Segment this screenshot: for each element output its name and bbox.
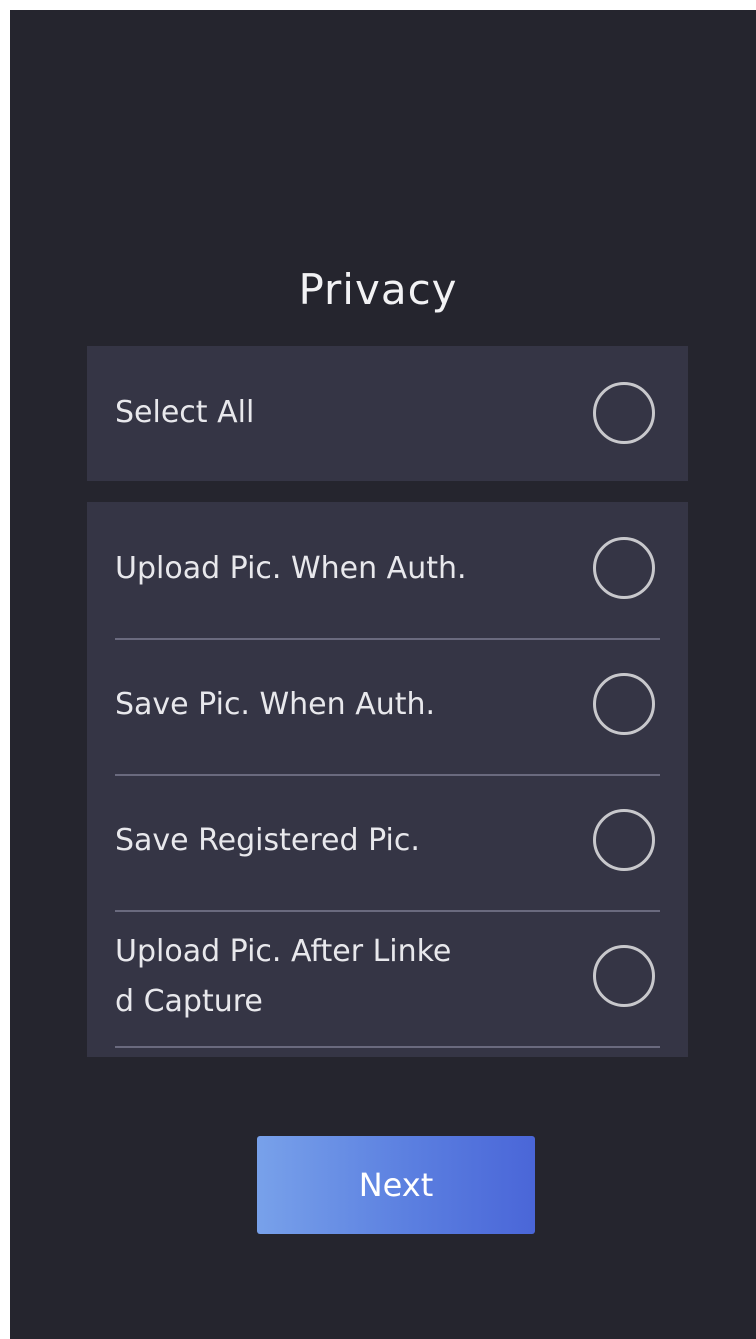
privacy-options-list: Upload Pic. When Auth. Save Pic. When Au… (87, 502, 688, 1057)
option-upload-pic-after-linked-capture[interactable]: Upload Pic. After Linke d Capture (87, 912, 688, 1046)
next-button[interactable]: Next (257, 1136, 535, 1234)
privacy-screen: Privacy Select All Upload Pic. When Auth… (10, 10, 756, 1339)
option-radio[interactable] (593, 945, 655, 1007)
option-save-registered-pic[interactable]: Save Registered Pic. (87, 776, 688, 910)
option-radio[interactable] (593, 809, 655, 871)
option-label: Save Pic. When Auth. (115, 687, 436, 722)
option-upload-pic-when-auth[interactable]: Upload Pic. When Auth. (87, 502, 688, 638)
option-label: Save Registered Pic. (115, 823, 420, 858)
select-all-label: Select All (115, 395, 255, 430)
select-all-radio[interactable] (593, 382, 655, 444)
option-label: Upload Pic. When Auth. (115, 551, 467, 586)
option-radio[interactable] (593, 673, 655, 735)
option-save-pic-when-auth[interactable]: Save Pic. When Auth. (87, 640, 688, 774)
option-radio[interactable] (593, 537, 655, 599)
option-label: Upload Pic. After Linke d Capture (115, 934, 452, 1019)
select-all-row[interactable]: Select All (87, 346, 688, 481)
divider (115, 1046, 660, 1048)
page-title: Privacy (298, 265, 458, 314)
select-all-card: Select All (87, 346, 688, 481)
